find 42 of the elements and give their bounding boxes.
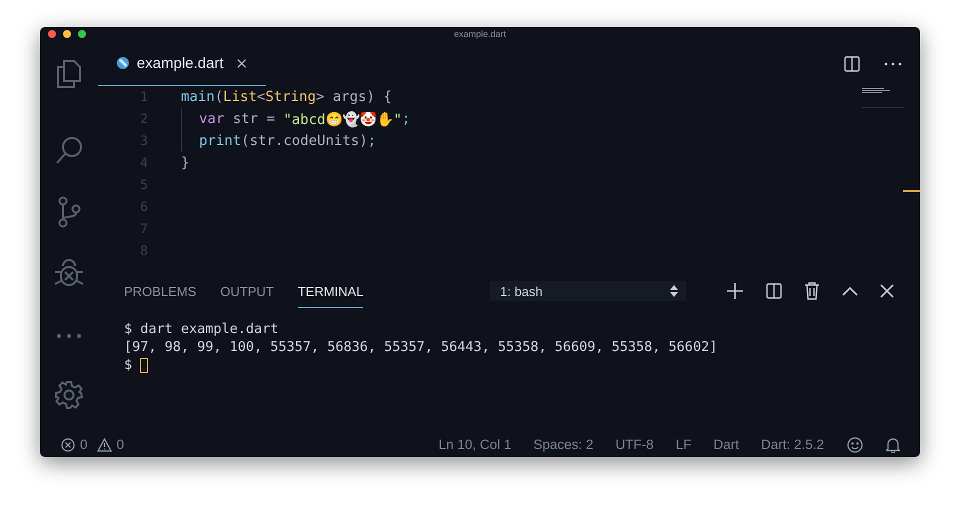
warning-icon[interactable] [96,438,112,452]
code-line: var str = "abcd😁👻🤡✋"; [181,108,410,130]
close-icon[interactable] [236,58,246,68]
zoom-window-button[interactable] [78,30,86,38]
file-tab[interactable]: example.dart [98,41,266,86]
terminal-line: [97, 98, 99, 100, 55357, 56836, 55357, 56443, 55358, 56609, 55358, 56602] [124,339,718,355]
scroll-marker [903,190,920,192]
panel-tab[interactable]: OUTPUT [220,274,274,308]
split-editor-icon[interactable] [844,56,860,72]
code-line: } [181,154,190,173]
smiley-icon[interactable] [847,436,863,452]
terminal-cursor [140,358,148,372]
terminal-line: $ [124,357,134,373]
status-item[interactable]: Spaces: 2 [533,437,594,452]
status-item[interactable]: LF [676,437,692,452]
window-title: example.dart [454,29,506,39]
status-item[interactable]: Dart: 2.5.2 [760,437,824,452]
terminal-line: $ dart example.dart [124,321,278,337]
code-line: print(str.codeUnits); [181,130,376,152]
close-window-button[interactable] [48,30,56,38]
settings-icon[interactable] [54,380,84,410]
trash-icon[interactable] [804,282,820,300]
chevron-up-icon[interactable] [842,286,858,296]
warning-count: 0 [116,437,124,452]
error-icon[interactable] [61,438,75,452]
updown-caret-icon [670,285,678,297]
status-item[interactable]: Dart [713,437,739,452]
bell-icon[interactable] [886,436,900,452]
status-item[interactable]: Ln 10, Col 1 [438,437,512,452]
add-icon[interactable] [726,282,744,300]
split-terminal-icon[interactable] [766,283,782,299]
panel-tab[interactable]: PROBLEMS [124,274,196,308]
terminal-dropdown[interactable]: 1: bash [490,281,686,301]
status-item[interactable]: UTF-8 [615,437,654,452]
minimap-drawing [862,88,892,93]
more-icon[interactable] [884,62,902,66]
code-line: main(List<String> args) { [181,88,392,107]
error-count: 0 [80,437,88,452]
panel-tab[interactable]: TERMINAL [298,274,364,308]
dart-file-icon [116,55,130,71]
minimize-window-button[interactable] [63,30,71,38]
close-icon[interactable] [880,284,894,298]
